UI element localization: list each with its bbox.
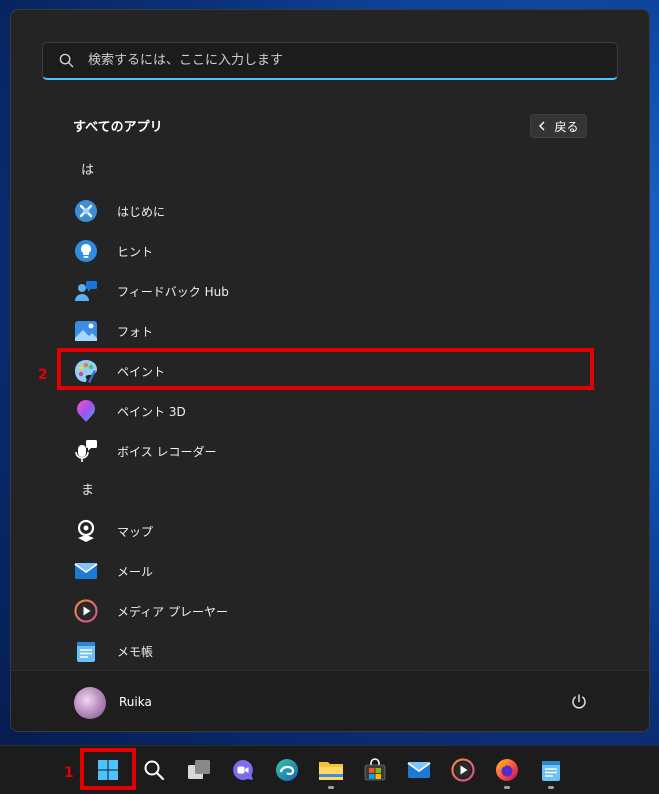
app-item[interactable]: はじめに: [11, 191, 649, 231]
running-indicator: [504, 786, 510, 789]
search-icon: [59, 53, 74, 68]
photos-icon: [73, 318, 99, 344]
all-apps-title: すべてのアプリ: [73, 120, 163, 135]
task-view-button[interactable]: [182, 753, 216, 787]
power-icon: [572, 694, 586, 709]
media-player-icon: [451, 758, 475, 782]
app-item[interactable]: ヒント: [11, 231, 649, 271]
app-item-label: はじめに: [117, 204, 166, 219]
search-input[interactable]: [86, 52, 617, 69]
taskbar-search-button[interactable]: [137, 753, 171, 787]
app-item[interactable]: ボイス レコーダー: [11, 431, 649, 471]
file-explorer-icon: [318, 759, 344, 781]
app-item-label: ヒント: [117, 244, 154, 259]
back-button[interactable]: 戻る: [530, 114, 587, 138]
mail-icon: [407, 758, 431, 782]
back-button-label: 戻る: [554, 119, 579, 134]
running-indicator: [328, 786, 334, 789]
taskbar-edge-button[interactable]: [270, 753, 304, 787]
task-view-icon: [187, 759, 211, 781]
chevron-left-icon: [539, 121, 545, 131]
tips-icon: [73, 238, 99, 264]
app-item[interactable]: フィードバック Hub: [11, 271, 649, 311]
letter-header[interactable]: ま: [11, 471, 649, 511]
mail-icon: [73, 558, 99, 584]
start-highlight-box: [80, 748, 136, 790]
letter-header[interactable]: は: [11, 151, 649, 191]
taskbar-chat-button[interactable]: [226, 753, 260, 787]
user-name[interactable]: Ruika: [119, 695, 152, 709]
taskbar-explorer-button[interactable]: [314, 753, 348, 789]
app-item[interactable]: メール: [11, 551, 649, 591]
app-item[interactable]: ペイント 3D: [11, 391, 649, 431]
app-item-label: ボイス レコーダー: [117, 444, 217, 459]
app-item-label: ペイント 3D: [117, 404, 186, 419]
get-started-icon: [73, 198, 99, 224]
step-marker-1: 1: [64, 765, 74, 781]
app-item[interactable]: メモ帳: [11, 631, 649, 671]
app-item-label: マップ: [117, 524, 154, 539]
paint-highlight-box: [57, 348, 594, 390]
edge-icon: [275, 758, 299, 782]
app-item-label: メモ帳: [117, 644, 154, 659]
running-indicator: [548, 786, 554, 789]
step-marker-2: 2: [38, 367, 48, 383]
chat-icon: [231, 758, 255, 782]
search-box[interactable]: [42, 42, 618, 80]
voice-recorder-icon: [73, 438, 99, 464]
taskbar-store-button[interactable]: [358, 753, 392, 787]
app-item[interactable]: メディア プレーヤー: [11, 591, 649, 631]
app-item-label: メール: [117, 564, 154, 579]
taskbar-mail-button[interactable]: [402, 753, 436, 787]
taskbar-notepad-button[interactable]: [534, 753, 568, 789]
power-button[interactable]: [568, 691, 590, 713]
app-item-label: メディア プレーヤー: [117, 604, 228, 619]
store-icon: [363, 758, 387, 782]
notepad-icon: [539, 758, 563, 782]
app-list: ははじめに ヒント フィードバック Hub フォト ペイント ペイント 3D ボイス レコー…: [11, 151, 649, 671]
app-item-label: フィードバック Hub: [117, 284, 229, 299]
notepad-icon: [73, 638, 99, 664]
paint-3d-icon: [73, 398, 99, 424]
search-icon: [143, 759, 165, 781]
media-player-icon: [73, 598, 99, 624]
app-item[interactable]: マップ: [11, 511, 649, 551]
user-avatar[interactable]: [74, 687, 106, 719]
taskbar-media-player-button[interactable]: [446, 753, 480, 787]
firefox-icon: [495, 758, 519, 782]
maps-icon: [73, 518, 99, 544]
feedback-hub-icon: [73, 278, 99, 304]
app-item[interactable]: フォト: [11, 311, 649, 351]
start-footer: Ruika: [11, 670, 649, 731]
app-item-label: フォト: [117, 324, 154, 339]
taskbar-firefox-button[interactable]: [490, 753, 524, 789]
